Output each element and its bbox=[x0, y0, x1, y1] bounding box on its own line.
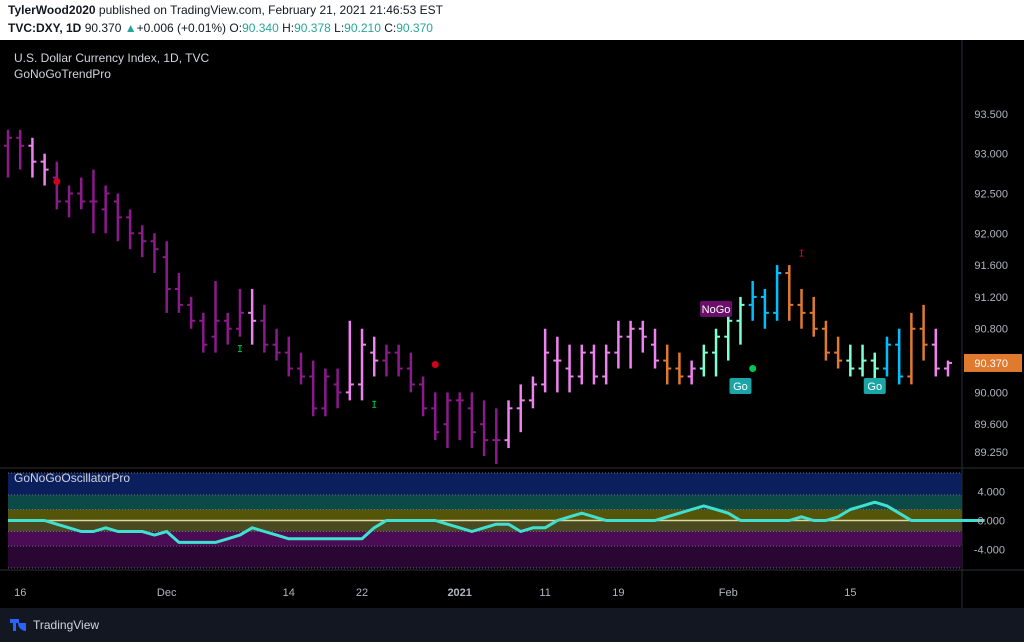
price-chart-svg[interactable]: NoGo Go Go 93.500 93.000 92.500 92.000 91.600 91… bbox=[0, 40, 1024, 608]
close-value: 90.370 bbox=[396, 21, 433, 35]
brand-label: TradingView bbox=[33, 618, 100, 632]
price-axis-tick: 91.200 bbox=[974, 292, 1008, 304]
chart-area[interactable]: NoGo Go Go 93.500 93.000 92.500 92.000 91.600 91… bbox=[0, 40, 1024, 608]
signal-dot bbox=[431, 361, 439, 369]
high-label: H: bbox=[282, 21, 295, 35]
price-axis-tick: 91.600 bbox=[974, 260, 1008, 272]
change-value: +0.006 (+0.01%) bbox=[136, 21, 227, 35]
oscillator-axis-tick: 4.000 bbox=[977, 486, 1005, 498]
nogo-label: NoGo bbox=[702, 304, 731, 316]
oscillator-axis-tick: -4.000 bbox=[974, 545, 1005, 557]
high-value: 90.378 bbox=[294, 21, 331, 35]
symbol-label: TVC:DXY, 1D bbox=[8, 21, 82, 35]
published-text: published on TradingView.com, February 2… bbox=[95, 3, 443, 17]
oscillator-title: GoNoGoOscillatorPro bbox=[14, 471, 130, 485]
time-axis-tick: Dec bbox=[157, 587, 177, 599]
time-axis-tick: 11 bbox=[539, 587, 550, 599]
author-name[interactable]: TylerWood2020 bbox=[8, 3, 96, 17]
open-label: O: bbox=[229, 21, 243, 35]
time-axis-tick: Feb bbox=[719, 587, 738, 599]
publish-line: TylerWood2020 published on TradingView.c… bbox=[8, 3, 443, 17]
price-axis-tick: 89.250 bbox=[974, 447, 1008, 459]
footer-bar: TradingView bbox=[0, 608, 1024, 642]
price-axis-tick: 93.000 bbox=[974, 149, 1008, 161]
price-axis-tick: 92.500 bbox=[974, 188, 1008, 200]
oscillator-band bbox=[8, 546, 962, 568]
close-label: C: bbox=[384, 21, 397, 35]
price-axis-tick: 90.000 bbox=[974, 387, 1008, 399]
price-axis-tick: 90.800 bbox=[974, 324, 1008, 336]
open-value: 90.340 bbox=[242, 21, 279, 35]
price-axis-tick: 92.000 bbox=[974, 228, 1008, 240]
time-axis-tick: 14 bbox=[283, 587, 295, 599]
change-arrow-icon: ▲ bbox=[124, 21, 137, 35]
oscillator-band bbox=[8, 509, 962, 521]
signal-dot bbox=[53, 178, 61, 186]
oscillator-axis-tick: 0.000 bbox=[977, 516, 1005, 528]
time-axis-tick: 22 bbox=[356, 587, 368, 599]
oscillator-band bbox=[8, 473, 962, 495]
time-axis-tick: 19 bbox=[612, 587, 624, 599]
last-price: 90.370 bbox=[84, 21, 122, 35]
quote-line: TVC:DXY, 1D 90.370 ▲+0.006 (+0.01%) O:90… bbox=[8, 21, 433, 35]
chart-title: U.S. Dollar Currency Index, 1D, TVC bbox=[14, 51, 210, 65]
oscillator-band bbox=[8, 494, 962, 510]
low-value: 90.210 bbox=[344, 21, 381, 35]
time-axis-tick: 2021 bbox=[447, 587, 471, 599]
tradingview-brand[interactable]: TradingView bbox=[10, 618, 99, 632]
signal-dot bbox=[749, 365, 757, 373]
last-price-label: 90.370 bbox=[974, 358, 1008, 370]
indicator-title: GoNoGoTrendPro bbox=[14, 67, 111, 81]
go-label: Go bbox=[733, 381, 748, 393]
price-axis-tick: 93.500 bbox=[974, 109, 1008, 121]
price-axis-tick: 89.600 bbox=[974, 419, 1008, 431]
time-axis-tick: 16 bbox=[14, 587, 26, 599]
tradingview-logo-icon bbox=[10, 619, 28, 631]
publish-header: TylerWood2020 published on TradingView.c… bbox=[0, 0, 1024, 40]
low-label: L: bbox=[334, 21, 345, 35]
time-axis-tick: 15 bbox=[844, 587, 856, 599]
go-label: Go bbox=[867, 381, 882, 393]
